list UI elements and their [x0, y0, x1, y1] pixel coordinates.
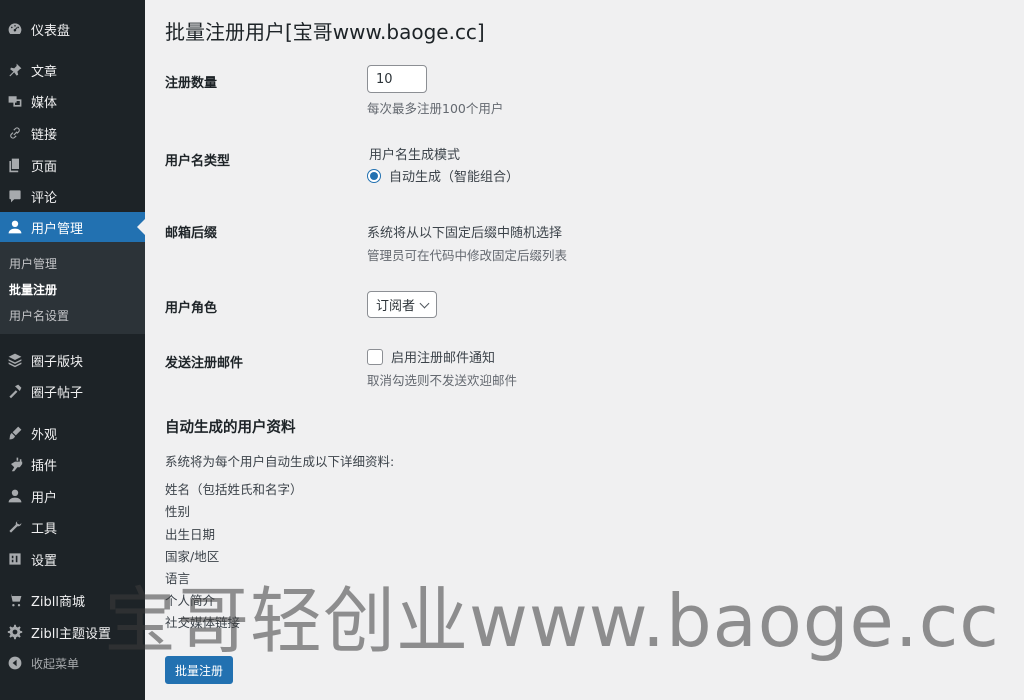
- sidebar-item-plugins[interactable]: 插件: [0, 449, 145, 479]
- sidebar-item-tools[interactable]: 工具: [0, 512, 145, 542]
- profile-item: 社交媒体链接: [165, 615, 241, 630]
- email-suffix-label: 邮箱后缀: [165, 226, 218, 241]
- submenu-item-bulk-register[interactable]: 批量注册: [9, 281, 57, 298]
- sidebar-item-zibll-shop[interactable]: Zibll商城: [0, 585, 145, 615]
- user-management-submenu: 用户管理 批量注册 用户名设置: [0, 242, 145, 334]
- sidebar-item-pages[interactable]: 页面: [0, 150, 145, 180]
- submenu-item-username-settings[interactable]: 用户名设置: [9, 307, 69, 324]
- collapse-icon: [6, 654, 24, 672]
- user-icon: [6, 487, 24, 505]
- dashboard-icon: [6, 20, 24, 38]
- sidebar-item-links[interactable]: 链接: [0, 118, 145, 148]
- sidebar-item-appearance[interactable]: 外观: [0, 418, 145, 448]
- username-mode-title: 用户名生成模式: [369, 148, 461, 163]
- pin-icon: [6, 61, 24, 79]
- profile-intro: 系统将为每个用户自动生成以下详细资料:: [165, 454, 395, 469]
- plugin-icon: [6, 455, 24, 473]
- brush-icon: [6, 424, 24, 442]
- submenu-item-user-management[interactable]: 用户管理: [9, 255, 57, 272]
- bulk-register-button[interactable]: 批量注册: [165, 656, 233, 684]
- sidebar-item-user-management[interactable]: 用户管理: [0, 212, 145, 242]
- link-icon: [6, 124, 24, 142]
- role-select[interactable]: 订阅者: [367, 291, 437, 318]
- send-email-desc: 取消勾选则不发送欢迎邮件: [367, 373, 518, 388]
- cart-icon: [6, 591, 24, 609]
- username-type-label: 用户名类型: [165, 154, 231, 169]
- email-suffix-info: 系统将从以下固定后缀中随机选择: [367, 226, 563, 241]
- media-icon: [6, 92, 24, 110]
- page-icon: [6, 156, 24, 174]
- count-input[interactable]: [367, 65, 427, 93]
- email-notification-label: 启用注册邮件通知: [391, 351, 496, 366]
- profile-item: 出生日期: [165, 527, 216, 542]
- user-icon: [6, 218, 24, 236]
- profile-item: 性别: [165, 504, 191, 519]
- send-email-label: 发送注册邮件: [165, 356, 244, 371]
- profile-item: 个人简介: [165, 593, 216, 608]
- gear-icon: [6, 623, 24, 641]
- sidebar-item-users[interactable]: 用户: [0, 481, 145, 511]
- profile-item: 国家/地区: [165, 549, 220, 564]
- role-label: 用户角色: [165, 301, 218, 316]
- hammer-icon: [6, 382, 24, 400]
- auto-generate-label: 自动生成（智能组合）: [389, 170, 520, 185]
- sidebar-collapse-menu[interactable]: 收起菜单: [0, 648, 145, 678]
- sidebar-item-dashboard[interactable]: 仪表盘: [0, 14, 145, 44]
- radio-checked-icon: [367, 168, 381, 183]
- sidebar-item-media[interactable]: 媒体: [0, 86, 145, 116]
- settings-icon: [6, 550, 24, 568]
- admin-sidebar: 仪表盘 文章 媒体 链接 页面 评论 用户管理 用户管理 批量注册 用户名设置 …: [0, 0, 145, 700]
- wrench-icon: [6, 518, 24, 536]
- auto-generate-radio[interactable]: 自动生成（智能组合）: [367, 166, 519, 185]
- checkbox-unchecked-icon: [367, 348, 383, 365]
- main-content: 批量注册用户[宝哥www.baoge.cc] 注册数量 每次最多注册100个用户…: [145, 0, 1024, 700]
- sidebar-item-zibll-theme-settings[interactable]: Zibll主题设置: [0, 617, 145, 647]
- page-title: 批量注册用户[宝哥www.baoge.cc]: [165, 20, 485, 44]
- count-label: 注册数量: [165, 76, 218, 91]
- sidebar-item-circle-sections[interactable]: 圈子版块: [0, 345, 145, 375]
- profile-item: 姓名（包括姓氏和名字）: [165, 482, 303, 497]
- sidebar-item-circle-posts[interactable]: 圈子帖子: [0, 376, 145, 406]
- count-description: 每次最多注册100个用户: [367, 101, 504, 116]
- sidebar-item-comments[interactable]: 评论: [0, 181, 145, 211]
- profile-section-title: 自动生成的用户资料: [165, 420, 296, 436]
- stack-icon: [6, 351, 24, 369]
- chevron-down-icon: [419, 298, 430, 309]
- sidebar-item-posts[interactable]: 文章: [0, 55, 145, 85]
- email-suffix-desc: 管理员可在代码中修改固定后缀列表: [367, 248, 568, 263]
- profile-item: 语言: [165, 571, 191, 586]
- comment-icon: [6, 187, 24, 205]
- email-notification-checkbox[interactable]: 启用注册邮件通知: [367, 347, 495, 366]
- sidebar-item-settings[interactable]: 设置: [0, 544, 145, 574]
